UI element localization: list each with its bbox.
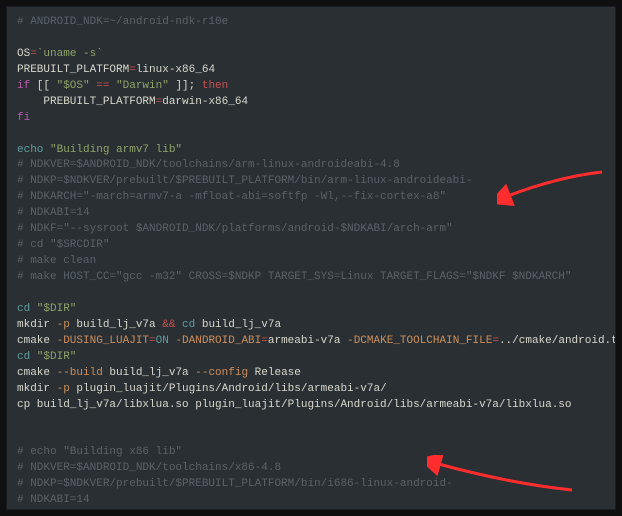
code-line: # NDKABI=14	[17, 207, 90, 219]
code-line: # NDKP=$NDKVER/prebuilt/$PREBUILT_PLATFO…	[17, 175, 472, 187]
code-line: if [[ "$OS" == "Darwin" ]]; then	[17, 80, 228, 92]
code-line: # echo "Building x86 lib"	[17, 446, 182, 458]
code-line: # ANDROID_NDK=~/android-ndk-r10e	[17, 16, 228, 28]
code-line: cmake -DUSING_LUAJIT=ON -DANDROID_ABI=ar…	[17, 335, 616, 347]
code-line: cd "$DIR"	[17, 303, 76, 315]
code-line: # make clean	[17, 255, 96, 267]
code-line: # cd "$SRCDIR"	[17, 239, 109, 251]
code-line: cmake --build build_lj_v7a --config Rele…	[17, 367, 301, 379]
code-line: # NDKP=$NDKVER/prebuilt/$PREBUILT_PLATFO…	[17, 478, 453, 490]
code-line: fi	[17, 112, 30, 124]
code-line: cd "$DIR"	[17, 351, 76, 363]
code-line: PREBUILT_PLATFORM=darwin-x86_64	[17, 96, 248, 108]
code-line: cp build_lj_v7a/libxlua.so plugin_luajit…	[17, 399, 572, 411]
code-line: OS=`uname -s`	[17, 48, 103, 60]
code-line: # NDKVER=$ANDROID_NDK/toolchains/arm-lin…	[17, 159, 400, 171]
code-block: # ANDROID_NDK=~/android-ndk-r10e OS=`una…	[17, 15, 605, 510]
code-line: PREBUILT_PLATFORM=linux-x86_64	[17, 64, 215, 76]
code-line: echo "Building armv7 lib"	[17, 144, 182, 156]
code-editor: # ANDROID_NDK=~/android-ndk-r10e OS=`una…	[6, 6, 616, 510]
code-line: # NDKABI=14	[17, 494, 90, 506]
code-line: mkdir -p plugin_luajit/Plugins/Android/l…	[17, 383, 387, 395]
code-line: # NDKVER=$ANDROID_NDK/toolchains/x86-4.8	[17, 462, 281, 474]
code-line: # NDKARCH="-march=armv7-a -mfloat-abi=so…	[17, 191, 446, 203]
code-line: mkdir -p build_lj_v7a && cd build_lj_v7a	[17, 319, 281, 331]
code-line: # make HOST_CC="gcc -m32" CROSS=$NDKP TA…	[17, 271, 572, 283]
code-line: # NDKF="--sysroot $ANDROID_NDK/platforms…	[17, 223, 453, 235]
